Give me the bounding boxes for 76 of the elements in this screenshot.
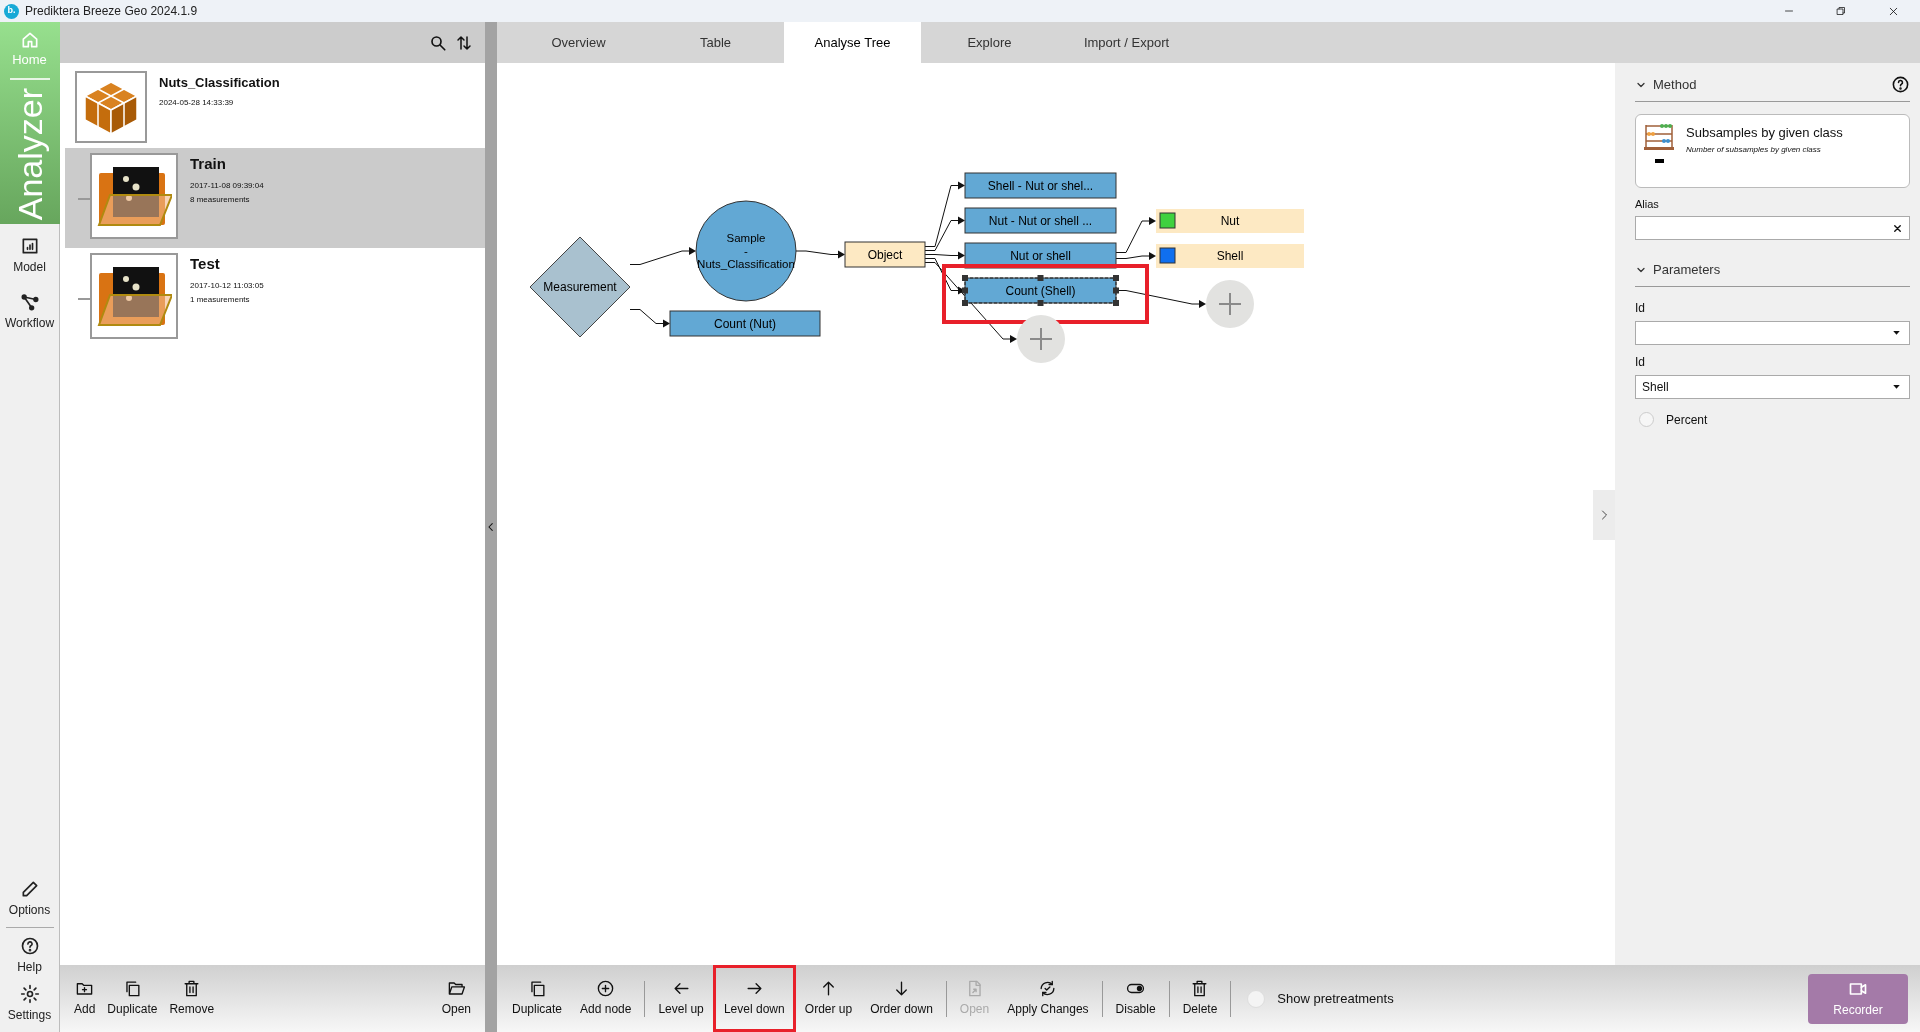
help-button[interactable] bbox=[1891, 75, 1910, 95]
window-title: Prediktera Breeze Geo 2024.1.9 bbox=[25, 3, 198, 20]
method-card[interactable]: Subsamples by given class Number of subsamples by given class bbox=[1635, 113, 1910, 188]
tree-node[interactable]: Nut - Nut or shell ... bbox=[964, 207, 1117, 234]
duplicate-button[interactable]: Duplicate bbox=[101, 975, 164, 1022]
order-up-button[interactable]: Order up bbox=[795, 972, 862, 1025]
recorder-button[interactable]: Recorder bbox=[1808, 973, 1908, 1024]
add-node-icon bbox=[596, 979, 616, 998]
dataset-name: Train bbox=[190, 154, 227, 174]
show-pretreatments-toggle[interactable]: Show pretreatments bbox=[1247, 988, 1394, 1009]
sample-node[interactable]: Sample - Nuts_Classification bbox=[695, 200, 797, 302]
connector-arrow bbox=[629, 309, 670, 328]
method-description: Number of subsamples by given class bbox=[1686, 144, 1822, 156]
app-logo: b. bbox=[4, 3, 19, 19]
project-date: 2024-05-28 14:33:39 bbox=[159, 96, 235, 109]
project-name: Nuts_Classification bbox=[159, 74, 280, 92]
dropdown[interactable]: Shell bbox=[1635, 374, 1910, 399]
options-button[interactable]: Options bbox=[0, 875, 59, 923]
level-down-button[interactable]: Level down bbox=[712, 965, 796, 1032]
help-icon bbox=[19, 936, 40, 956]
sort-icon bbox=[455, 33, 473, 52]
dataset-row[interactable]: Train 2017-11-08 09:39:04 8 measurements bbox=[65, 148, 485, 248]
delete-button[interactable]: Delete bbox=[1173, 972, 1227, 1025]
add-node-button[interactable] bbox=[1206, 280, 1254, 328]
add-button[interactable]: Add bbox=[68, 975, 102, 1022]
disable-button[interactable]: Disable bbox=[1106, 972, 1165, 1025]
dropdown[interactable] bbox=[1635, 320, 1910, 345]
alias-field[interactable] bbox=[1635, 216, 1910, 240]
search-button[interactable] bbox=[429, 33, 447, 52]
model-button[interactable]: Model bbox=[0, 232, 59, 280]
dataset-date: 2017-11-08 09:39:04 bbox=[190, 179, 264, 192]
measurement-count: 8 measurements bbox=[190, 193, 251, 206]
object-node[interactable]: Object bbox=[844, 241, 926, 268]
open-button[interactable]: Open bbox=[435, 975, 477, 1022]
settings-icon bbox=[19, 984, 40, 1004]
dataset-name: Test bbox=[190, 254, 221, 274]
dash-icon bbox=[1654, 158, 1664, 163]
help-icon bbox=[1891, 75, 1910, 95]
apply-changes-button[interactable]: Apply Changes bbox=[998, 972, 1098, 1025]
sort-button[interactable] bbox=[455, 33, 473, 52]
workflow-icon bbox=[19, 292, 40, 312]
order-down-button[interactable]: Order down bbox=[861, 972, 942, 1025]
class-node[interactable]: Shell bbox=[1156, 244, 1304, 268]
radio-button[interactable] bbox=[1247, 989, 1266, 1008]
measurement-count: 1 measurements bbox=[190, 293, 251, 306]
field-label: Alias bbox=[1635, 196, 1660, 212]
settings-button[interactable]: Settings bbox=[0, 980, 59, 1028]
section-header[interactable]: Method bbox=[1635, 75, 1891, 95]
open-icon bbox=[446, 979, 466, 998]
add-node-button[interactable]: Add node bbox=[571, 972, 641, 1025]
tree-node[interactable]: Count (Shell) bbox=[962, 275, 1119, 306]
radio-button[interactable] bbox=[1639, 412, 1654, 427]
field-label: Id bbox=[1635, 353, 1646, 371]
section-header[interactable]: Parameters bbox=[1635, 260, 1910, 280]
connector-arrow bbox=[795, 250, 845, 259]
level-up-button[interactable]: Level up bbox=[649, 972, 713, 1025]
method-title: Subsamples by given class bbox=[1686, 123, 1843, 142]
tree-node[interactable]: Count (Nut) bbox=[669, 310, 821, 337]
add-node-button[interactable] bbox=[1017, 315, 1065, 363]
tree-node[interactable]: Shell - Nut or shel... bbox=[964, 172, 1117, 199]
workflow-button[interactable]: Workflow bbox=[0, 288, 59, 336]
remove-button[interactable]: Remove bbox=[163, 975, 221, 1022]
dataset-date: 2017-10-12 11:03:05 bbox=[190, 279, 264, 292]
class-node[interactable]: Nut bbox=[1156, 209, 1304, 233]
help-button[interactable]: Help bbox=[0, 932, 59, 980]
search-icon bbox=[429, 33, 447, 52]
duplicate-node-button[interactable]: Duplicate bbox=[503, 972, 572, 1025]
restore-icon bbox=[1835, 5, 1847, 17]
percent-option[interactable]: Percent bbox=[1639, 410, 1910, 429]
collapse-icon bbox=[486, 520, 496, 534]
tab[interactable]: Analyse Tree bbox=[784, 22, 921, 63]
connector-arrow bbox=[629, 247, 696, 265]
clear-icon bbox=[1892, 222, 1903, 234]
measurement-node[interactable]: Measurement bbox=[529, 236, 631, 338]
abacus-icon bbox=[1644, 122, 1674, 151]
field-label: Id bbox=[1635, 299, 1646, 317]
